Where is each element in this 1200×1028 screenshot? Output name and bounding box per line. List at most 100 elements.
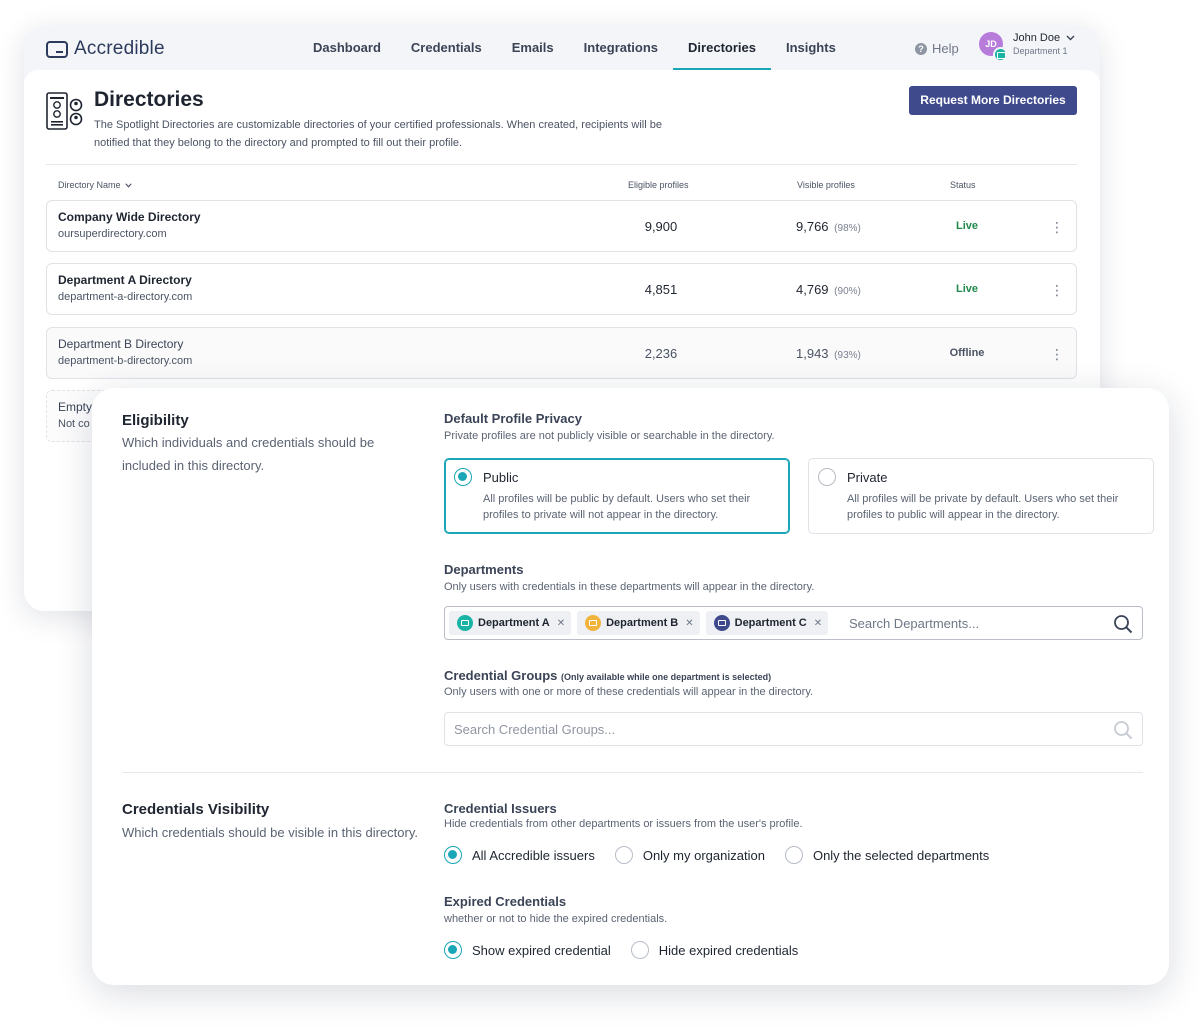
credential-groups-note: (Only available while one department is …	[561, 672, 772, 682]
radio-label: Show expired credential	[472, 942, 611, 958]
user-info: John Doe Department 1	[1013, 32, 1075, 56]
credential-issuers-label: Credential Issuers	[444, 801, 557, 816]
nav-directories[interactable]: Directories	[673, 26, 771, 70]
credential-groups-title: Credential Groups	[444, 668, 558, 683]
logo-text: Accredible	[74, 38, 165, 59]
issuer-option-all[interactable]: All Accredible issuers	[444, 846, 595, 864]
department-chip[interactable]: Department A ✕	[449, 611, 572, 635]
directory-row[interactable]: Department B Directory department-b-dire…	[46, 327, 1077, 379]
radio-button[interactable]	[444, 941, 462, 959]
radio-button[interactable]	[614, 846, 633, 864]
privacy-option-private[interactable]: Private All profiles will be private by …	[808, 458, 1154, 534]
remove-chip-icon[interactable]: ✕	[814, 618, 822, 629]
issuer-option-organization[interactable]: Only my organization	[614, 846, 765, 864]
privacy-option-title: Private	[847, 470, 888, 485]
visible-percentage: (93%)	[834, 350, 861, 361]
user-department: Department 1	[1013, 46, 1068, 56]
page-description: The Spotlight Directories are customizab…	[94, 119, 662, 149]
department-badge-icon	[993, 47, 1008, 62]
profile-privacy-help: Private profiles are not publicly visibl…	[444, 430, 775, 442]
nav-emails[interactable]: Emails	[497, 26, 569, 70]
directory-name: Empty	[58, 400, 93, 414]
user-name-row: John Doe	[1013, 32, 1075, 44]
department-icon	[585, 615, 602, 631]
help-link[interactable]: ? Help	[915, 41, 959, 56]
directory-settings-panel: Eligibility Which individuals and creden…	[92, 388, 1169, 985]
remove-chip-icon[interactable]: ✕	[685, 618, 693, 629]
header-divider	[46, 164, 1077, 165]
departments-label: Departments	[444, 562, 524, 577]
user-menu[interactable]: JD John Doe Department 1	[979, 32, 1075, 62]
department-chips: Department A ✕ Department B ✕ Department…	[449, 611, 829, 635]
more-options-icon[interactable]: ⋮	[1050, 346, 1064, 362]
visible-count-cell: 4,769 (90%)	[796, 282, 861, 297]
credential-groups-label: Credential Groups (Only available while …	[444, 668, 771, 683]
question-icon: ?	[915, 42, 927, 55]
directory-row[interactable]: Department A Directory department-a-dire…	[46, 263, 1077, 315]
chevron-down-icon	[1066, 35, 1075, 41]
privacy-option-description: All profiles will be public by default. …	[483, 493, 751, 521]
radio-button[interactable]	[444, 846, 462, 864]
expired-option-show[interactable]: Show expired credential	[444, 941, 611, 959]
public-radio[interactable]	[454, 468, 472, 486]
department-chip[interactable]: Department C ✕	[705, 611, 829, 635]
nav-credentials[interactable]: Credentials	[396, 26, 497, 70]
directory-name: Department B Directory	[58, 337, 184, 351]
column-header-eligible: Eligible profiles	[628, 180, 689, 190]
expired-option-hide[interactable]: Hide expired credentials	[630, 941, 798, 959]
directory-name: Company Wide Directory	[58, 210, 201, 224]
department-icon	[713, 615, 730, 631]
column-header-name-label: Directory Name	[58, 180, 121, 190]
radio-button[interactable]	[630, 941, 649, 959]
departments-search-input[interactable]: Search Departments...	[849, 616, 979, 631]
remove-chip-icon[interactable]: ✕	[557, 618, 565, 629]
visible-count-cell: 1,943 (93%)	[796, 346, 861, 361]
privacy-option-title: Public	[483, 470, 519, 485]
nav-dashboard[interactable]: Dashboard	[298, 26, 396, 70]
eligible-count: 4,851	[644, 282, 678, 297]
directory-name: Department A Directory	[58, 273, 192, 287]
radio-label: All Accredible issuers	[472, 847, 595, 863]
departments-search[interactable]: Department A ✕ Department B ✕ Department…	[444, 606, 1143, 640]
eligibility-title: Eligibility	[122, 412, 189, 429]
status-badge: Live	[955, 220, 978, 232]
nav-integrations[interactable]: Integrations	[569, 26, 673, 70]
credential-groups-help: Only users with one or more of these cre…	[444, 686, 814, 698]
top-navigation: Accredible Dashboard Credentials Emails …	[24, 26, 1100, 70]
visible-count: 1,943	[796, 346, 829, 361]
directory-row[interactable]: Company Wide Directory oursuperdirectory…	[46, 200, 1077, 252]
privacy-option-public[interactable]: Public All profiles will be public by de…	[444, 458, 790, 534]
credential-groups-search[interactable]: Search Credential Groups...	[444, 712, 1143, 746]
sort-chevron-icon	[124, 182, 132, 188]
help-label: Help	[932, 41, 959, 56]
private-radio[interactable]	[818, 468, 836, 486]
search-icon[interactable]	[1113, 614, 1133, 634]
avatar: JD	[979, 32, 1008, 62]
page-title: Directories	[94, 88, 204, 111]
profile-privacy-label: Default Profile Privacy	[444, 411, 582, 426]
department-chip[interactable]: Department B ✕	[577, 611, 700, 635]
credential-groups-search-input[interactable]: Search Credential Groups...	[454, 722, 615, 737]
departments-help: Only users with credentials in these dep…	[444, 581, 815, 593]
directory-url: oursuperdirectory.com	[58, 228, 167, 240]
expired-credentials-label: Expired Credentials	[444, 894, 567, 909]
accredible-logo-icon	[46, 40, 68, 58]
more-options-icon[interactable]: ⋮	[1050, 219, 1064, 235]
chip-label: Department B	[606, 617, 679, 629]
issuer-option-selected-departments[interactable]: Only the selected departments	[784, 846, 989, 864]
request-more-directories-button[interactable]: Request More Directories	[909, 86, 1077, 115]
visible-count: 9,766	[796, 219, 829, 234]
visible-percentage: (98%)	[834, 223, 861, 234]
directory-icon	[46, 92, 83, 130]
issuers-radio-group: All Accredible issuers Only my organizat…	[444, 846, 1009, 864]
expired-radio-group: Show expired credential Hide expired cre…	[444, 941, 818, 959]
radio-button[interactable]	[784, 846, 803, 864]
directory-url: Not co	[58, 418, 90, 430]
search-icon[interactable]	[1113, 720, 1133, 740]
more-options-icon[interactable]: ⋮	[1050, 282, 1064, 298]
nav-items: Dashboard Credentials Emails Integration…	[298, 26, 851, 70]
column-header-name[interactable]: Directory Name	[58, 180, 132, 190]
nav-insights[interactable]: Insights	[771, 26, 851, 70]
chip-label: Department A	[478, 617, 550, 629]
accredible-logo[interactable]: Accredible	[46, 38, 165, 60]
